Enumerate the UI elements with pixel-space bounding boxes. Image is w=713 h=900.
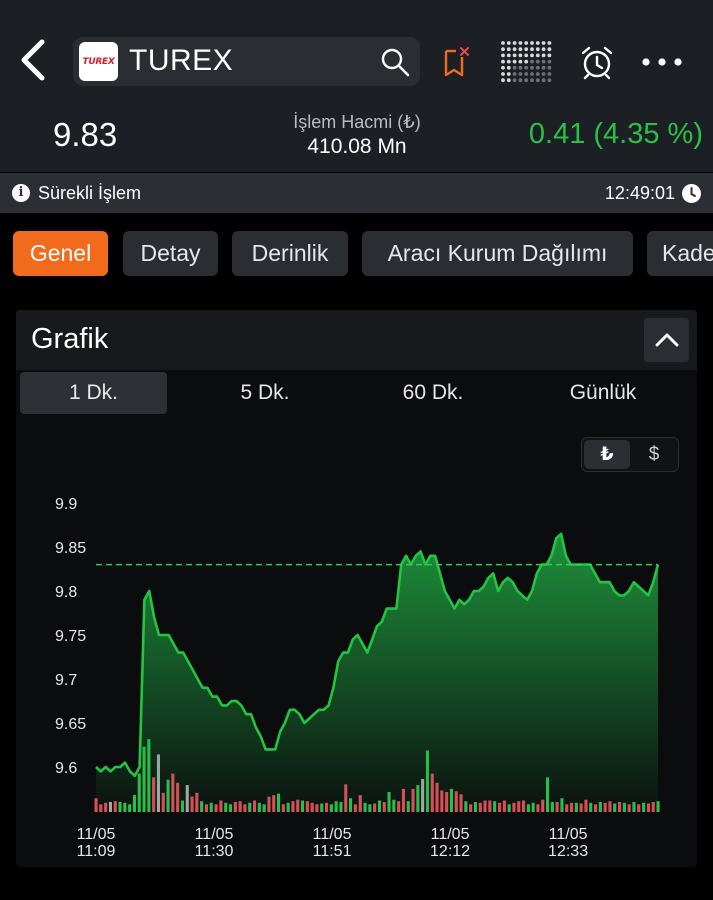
y-tick-label: 9.65 (55, 716, 86, 733)
x-tick-time: 11:51 (313, 843, 352, 860)
x-tick-date: 11/05 (549, 826, 588, 843)
y-tick-label: 9.9 (55, 496, 77, 513)
x-tick-time: 12:12 (430, 843, 470, 860)
y-tick-label: 9.75 (55, 628, 86, 645)
y-tick-label: 9.85 (55, 540, 86, 557)
y-tick-label: 9.7 (55, 672, 77, 689)
x-tick-time: 11:30 (195, 843, 234, 860)
x-axis: 11/0511:0911/0511:3011/0511:5111/0512:12… (77, 826, 589, 860)
x-tick-date: 11/05 (313, 826, 352, 843)
y-tick-label: 9.8 (55, 584, 77, 601)
price-area (96, 533, 658, 811)
y-axis: 9.9 9.85 9.8 9.75 9.7 9.65 9.6 (55, 496, 86, 777)
y-tick-label: 9.6 (55, 760, 77, 777)
x-tick-time: 11:09 (77, 843, 116, 860)
x-tick-date: 11/05 (77, 826, 116, 843)
x-tick-time: 12:33 (548, 843, 588, 860)
price-chart[interactable]: 9.99.859.89.759.79.659.6 11/0511:0911/05… (0, 0, 713, 900)
x-tick-date: 11/05 (195, 826, 234, 843)
x-tick-date: 11/05 (431, 826, 470, 843)
